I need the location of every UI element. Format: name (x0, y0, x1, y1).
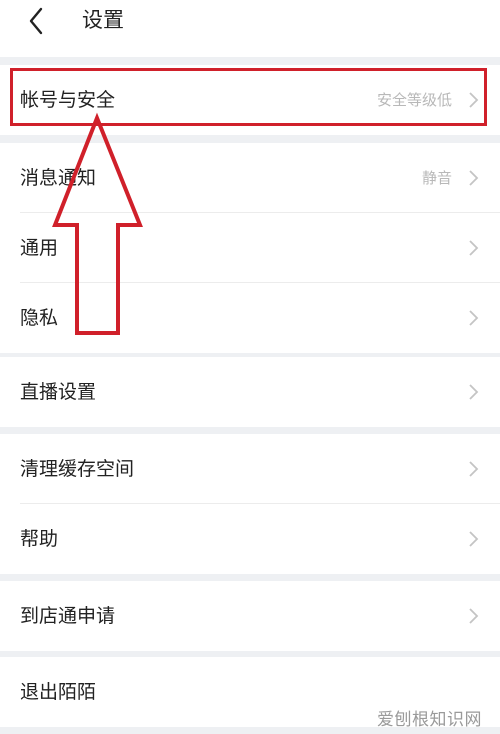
settings-item-label: 消息通知 (20, 167, 97, 189)
chevron-right-icon (469, 608, 479, 624)
chevron-right-icon (469, 310, 479, 326)
logout-label: 退出陌陌 (20, 681, 97, 703)
page-title: 设置 (82, 8, 124, 32)
settings-group-live: 直播设置 (0, 357, 500, 427)
settings-item-label: 通用 (20, 237, 59, 259)
watermark: 爱刨根知识网 (377, 710, 482, 730)
settings-group-general: 消息通知 静音 通用 隐私 (0, 143, 500, 353)
chevron-right-icon (469, 384, 479, 400)
chevron-left-icon[interactable] (22, 6, 52, 36)
settings-item-notifications[interactable]: 消息通知 静音 (0, 143, 500, 213)
settings-item-label: 隐私 (20, 307, 59, 329)
settings-group-storage: 清理缓存空间 帮助 (0, 434, 500, 574)
settings-item-label: 直播设置 (20, 381, 97, 403)
settings-item-label: 帮助 (20, 528, 59, 550)
settings-item-label: 清理缓存空间 (20, 458, 135, 480)
settings-item-clear-cache[interactable]: 清理缓存空间 (0, 434, 500, 504)
settings-item-help[interactable]: 帮助 (0, 504, 500, 574)
settings-item-label: 到店通申请 (20, 605, 116, 627)
chevron-right-icon (469, 461, 479, 477)
settings-item-live-settings[interactable]: 直播设置 (0, 357, 500, 427)
notification-value: 静音 (421, 169, 452, 187)
chevron-right-icon (469, 240, 479, 256)
settings-item-privacy[interactable]: 隐私 (0, 283, 500, 353)
settings-group-store: 到店通申请 (0, 581, 500, 651)
chevron-right-icon (469, 170, 479, 186)
settings-item-general[interactable]: 通用 (0, 213, 500, 283)
highlight-box (10, 68, 487, 126)
settings-item-store-apply[interactable]: 到店通申请 (0, 581, 500, 651)
header-bar: 设置 (0, 0, 500, 57)
chevron-right-icon (469, 531, 479, 547)
